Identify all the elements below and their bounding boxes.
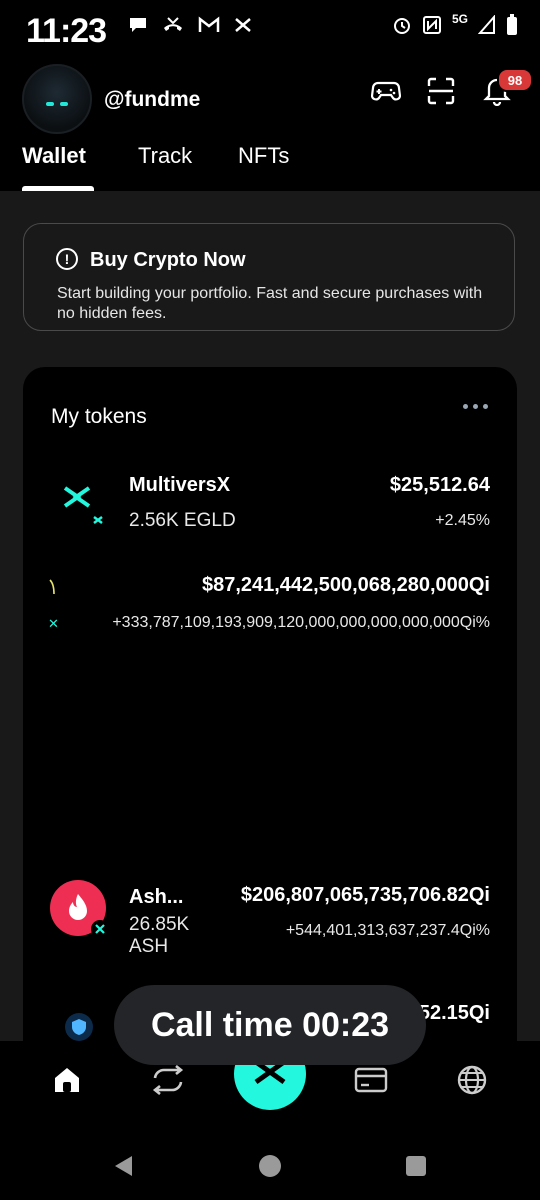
token-icon-partial xyxy=(48,578,58,596)
token-name: MultiversX xyxy=(129,474,231,496)
swap-icon[interactable] xyxy=(148,1062,188,1098)
token-value: $206,807,065,735,706.82Qi xyxy=(240,884,490,906)
tokens-title: My tokens xyxy=(51,405,147,428)
battery-icon xyxy=(507,14,517,35)
token-value: 52.15Qi xyxy=(418,1002,490,1024)
token-amount: 2.56K EGLD xyxy=(129,510,236,531)
alarm-icon xyxy=(393,18,410,34)
status-time: 11:23 xyxy=(26,12,107,50)
network-type: 5G xyxy=(451,12,468,26)
back-icon[interactable] xyxy=(112,1154,136,1183)
token-change: +544,401,313,637,237.4Qi% xyxy=(285,922,490,939)
call-time-pill[interactable]: Call time 00:23 xyxy=(114,985,426,1065)
status-notification-icons xyxy=(128,16,252,34)
token-amount: 26.85K ASH xyxy=(129,914,190,957)
shield-token-icon xyxy=(64,1012,94,1042)
avatar-eye-left xyxy=(46,102,54,106)
notification-badge: 98 xyxy=(497,68,533,92)
username[interactable]: @fundme xyxy=(104,88,200,112)
multiversx-notif-icon xyxy=(235,18,251,32)
token-change: +2.45% xyxy=(435,512,490,529)
status-system-icons: 5G xyxy=(392,12,518,36)
tab-wallet[interactable]: Wallet xyxy=(22,143,86,169)
multiversx-token-icon xyxy=(56,480,106,530)
home-icon[interactable] xyxy=(47,1062,87,1098)
gamepad-icon[interactable] xyxy=(369,74,403,108)
token-change: +333,787,109,193,909,120,000,000,000,000… xyxy=(112,614,490,631)
token-name: Ash... xyxy=(129,886,184,908)
avatar[interactable] xyxy=(22,64,92,134)
buy-crypto-title: Buy Crypto Now xyxy=(90,249,246,271)
recents-icon[interactable] xyxy=(405,1155,427,1182)
gmail-icon xyxy=(198,16,220,32)
info-alert-icon: ! xyxy=(56,248,78,270)
tab-track[interactable]: Track xyxy=(138,143,192,169)
token-value: $87,241,442,500,068,280,000Qi xyxy=(201,574,490,596)
scan-icon[interactable] xyxy=(424,74,458,108)
avatar-eye-right xyxy=(60,102,68,106)
missed-call-icon xyxy=(164,17,182,31)
more-options-icon[interactable] xyxy=(463,404,488,409)
signal-icon xyxy=(478,15,495,34)
globe-icon[interactable] xyxy=(452,1062,492,1098)
token-value: $25,512.64 xyxy=(389,474,490,496)
chat-bubble-icon xyxy=(130,18,146,32)
card-icon[interactable] xyxy=(351,1062,391,1098)
buy-crypto-description: Start building your portfolio. Fast and … xyxy=(57,285,483,322)
tab-nfts[interactable]: NFTs xyxy=(238,143,289,169)
home-button-icon[interactable] xyxy=(258,1154,282,1183)
token-mini-icon: ✕ xyxy=(48,616,59,631)
ash-token-icon xyxy=(50,880,109,938)
nfc-icon xyxy=(422,16,441,34)
